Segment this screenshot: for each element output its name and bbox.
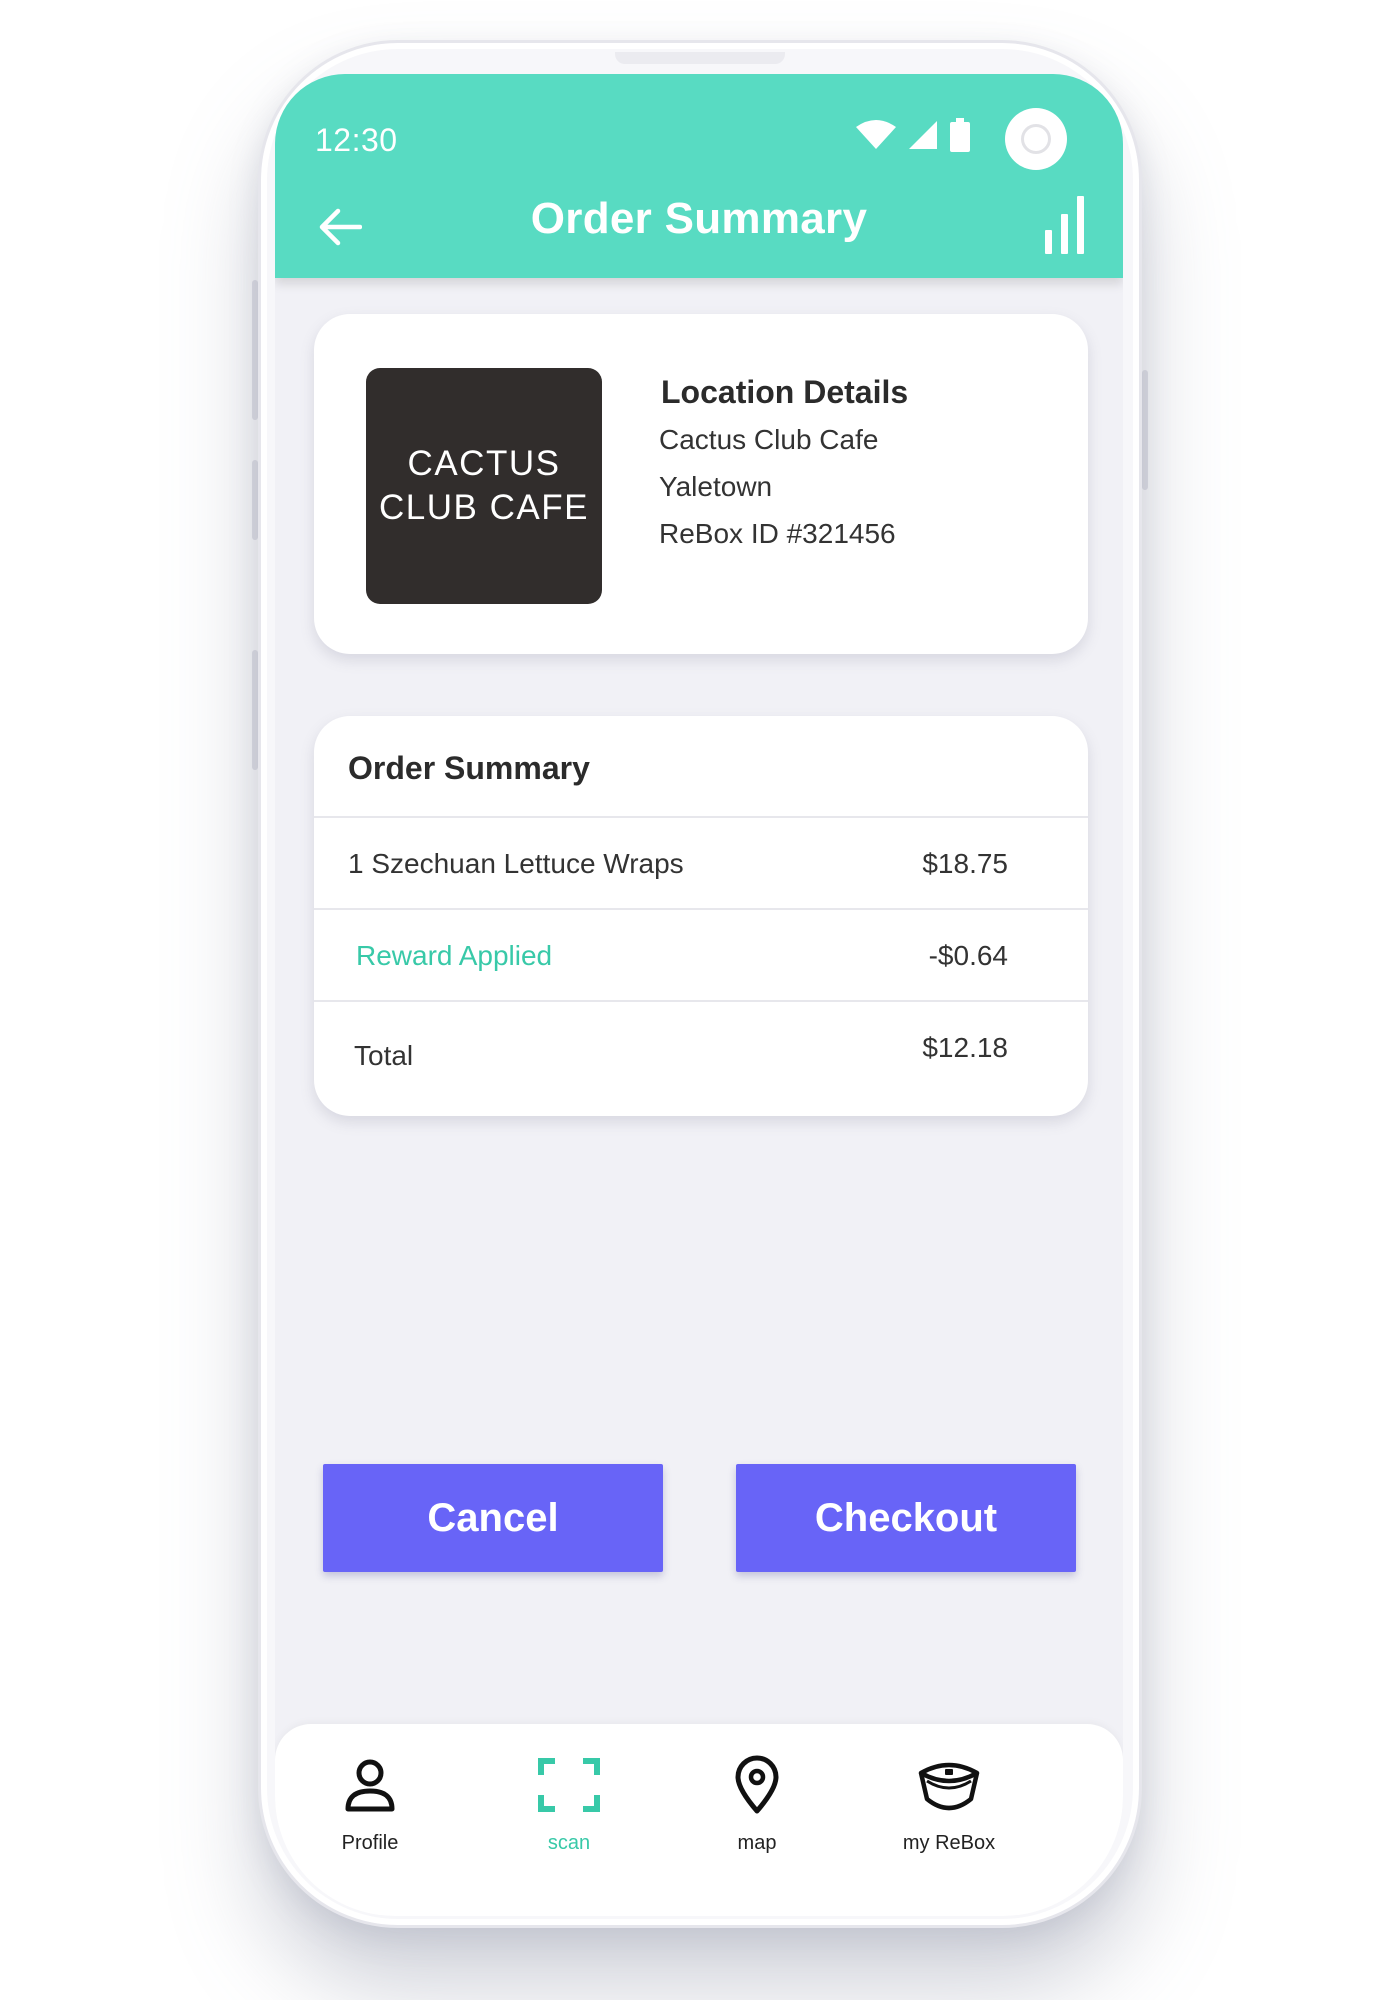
nav-label: Profile <box>341 1832 399 1854</box>
location-area: Yaletown <box>659 471 773 502</box>
bottom-navigation: Profile scan map my ReBox <box>275 1724 1123 1916</box>
nav-label: scan <box>547 1832 591 1854</box>
box-icon <box>918 1762 980 1811</box>
nav-item-map[interactable]: map <box>667 1752 847 1872</box>
location-name: Cactus Club Cafe <box>659 424 879 455</box>
stage: 12:30 Order Summary CACTUS CLUB CAFE Loc… <box>0 0 1400 2000</box>
divider <box>314 1000 1088 1002</box>
bar-chart-icon <box>1061 214 1068 254</box>
nav-item-scan[interactable]: scan <box>479 1752 659 1872</box>
battery-icon <box>950 118 970 152</box>
wifi-icon <box>856 120 896 149</box>
person-icon <box>345 1759 395 1812</box>
location-heading: Location Details <box>661 374 909 410</box>
divider <box>314 908 1088 910</box>
nav-item-profile[interactable]: Profile <box>280 1752 460 1872</box>
total-label: Total <box>354 1040 414 1071</box>
logo-line: CACTUS <box>407 444 561 483</box>
nav-label: map <box>737 1832 777 1854</box>
cellular-signal-icon <box>909 121 937 149</box>
reward-amount: -$0.64 <box>928 940 1008 971</box>
checkout-button[interactable]: Checkout <box>736 1464 1076 1572</box>
nav-item-my-rebox[interactable]: my ReBox <box>859 1752 1039 1872</box>
reward-label: Reward Applied <box>356 940 553 971</box>
total-amount: $12.18 <box>922 1032 1008 1063</box>
stats-button[interactable] <box>1045 184 1101 254</box>
app-bar: 12:30 Order Summary <box>275 74 1123 278</box>
order-summary-card: Order Summary 1 Szechuan Lettuce Wraps $… <box>314 716 1088 1116</box>
cancel-button[interactable]: Cancel <box>323 1464 663 1572</box>
restaurant-logo: CACTUS CLUB CAFE <box>366 368 602 604</box>
scan-icon <box>538 1758 600 1812</box>
location-card: CACTUS CLUB CAFE Location Details Cactus… <box>314 314 1088 654</box>
phone-power-button <box>1142 370 1148 490</box>
bar-chart-icon <box>1077 196 1084 254</box>
status-icons <box>855 118 971 152</box>
page-title: Order Summary <box>530 194 868 243</box>
bar-chart-icon <box>1045 230 1052 254</box>
front-camera <box>1005 108 1067 170</box>
order-item-label: 1 Szechuan Lettuce Wraps <box>348 848 684 879</box>
order-summary-heading: Order Summary <box>348 750 590 786</box>
nav-label: my ReBox <box>902 1832 996 1854</box>
phone-speaker <box>615 52 785 64</box>
camera-lens <box>1021 124 1051 154</box>
status-time: 12:30 <box>315 122 398 158</box>
logo-line: CLUB CAFE <box>379 488 589 527</box>
divider <box>314 816 1088 818</box>
rebox-id: ReBox ID #321456 <box>659 518 896 549</box>
map-pin-icon <box>735 1755 779 1814</box>
order-item-price: $18.75 <box>922 848 1008 879</box>
app-screen: 12:30 Order Summary CACTUS CLUB CAFE Loc… <box>275 74 1123 1916</box>
